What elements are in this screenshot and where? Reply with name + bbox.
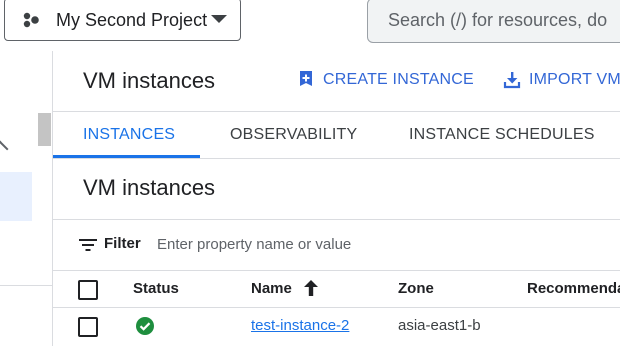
filter-list-icon[interactable] [79,238,97,252]
project-name: My Second Project [56,10,208,30]
chevron-up-icon[interactable] [0,140,9,158]
column-status[interactable]: Status [133,280,179,297]
column-recommendation[interactable]: Recommenda [527,280,620,297]
tab-instances[interactable]: INSTANCES [83,126,175,144]
row-checkbox[interactable] [78,317,98,337]
select-all-checkbox[interactable] [78,280,98,300]
nav-scrollbar-thumb[interactable] [38,113,51,146]
chevron-down-icon [211,15,227,23]
import-vm-button[interactable]: IMPORT VM [503,71,620,89]
instance-zone: asia-east1-b [398,317,481,334]
project-picker-button[interactable]: My Second Project [4,0,241,41]
table-header: Status Name Zone Recommenda [53,271,620,308]
download-icon [503,72,521,89]
tab-bar: INSTANCES OBSERVABILITY INSTANCE SCHEDUL… [53,112,620,159]
table-row: test-instance-2 asia-east1-b [53,308,620,346]
section-title: VM instances [83,175,216,200]
tab-instance-schedules[interactable]: INSTANCE SCHEDULES [409,126,595,144]
instance-name-link[interactable]: test-instance-2 [251,317,349,334]
search-box[interactable]: Search (/) for resources, do [367,0,620,43]
filter-bar: Filter [53,220,620,271]
active-tab-indicator [53,155,200,158]
check-circle-icon [136,317,154,335]
main-content: VM instances CREATE INSTANCE IMPORT VM I… [53,51,620,346]
nav-divider [0,285,52,286]
column-zone[interactable]: Zone [398,280,434,297]
import-vm-label: IMPORT VM [529,71,620,88]
arrow-up-icon[interactable] [303,279,319,297]
project-hexagon-icon [23,12,39,28]
add-box-icon [300,71,312,86]
top-bar: My Second Project Search (/) for resourc… [0,0,620,51]
nav-selected-item[interactable] [0,172,32,221]
column-name[interactable]: Name [251,280,292,297]
filter-label: Filter [104,235,141,252]
filter-input[interactable] [157,234,477,254]
tab-observability[interactable]: OBSERVABILITY [230,126,357,144]
create-instance-button[interactable]: CREATE INSTANCE [297,71,474,89]
create-instance-label: CREATE INSTANCE [323,71,474,88]
search-placeholder: Search (/) for resources, do [388,10,608,30]
page-title: VM instances [83,68,216,93]
left-nav [0,51,53,346]
